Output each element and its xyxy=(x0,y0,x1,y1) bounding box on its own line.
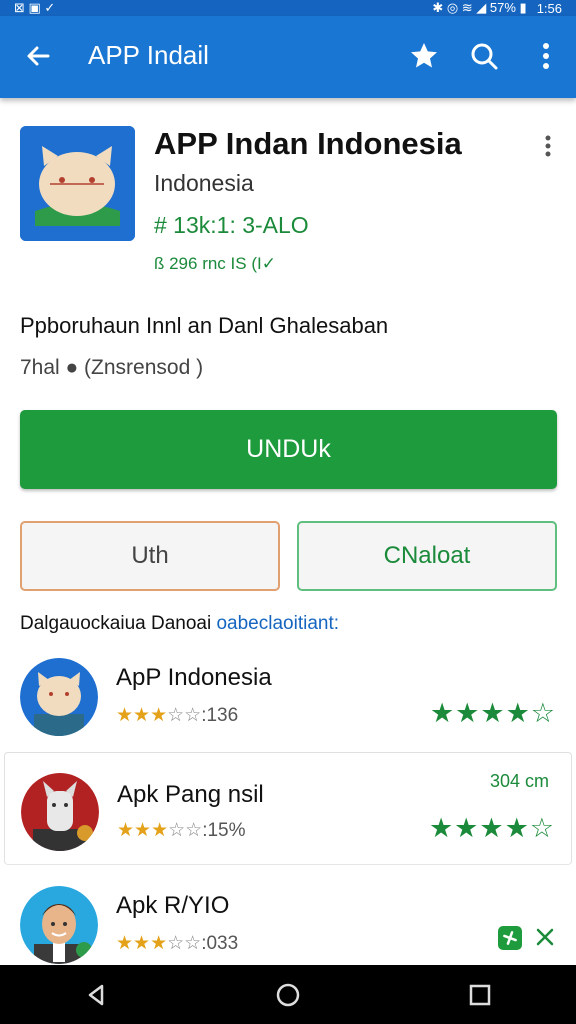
big-rating-stars: ★★★★ xyxy=(429,698,531,728)
app-name: APP Indan Indonesia xyxy=(154,126,462,161)
rating-empty-stars: ☆☆ xyxy=(168,820,203,841)
related-app-name: ApP Indonesia xyxy=(116,664,272,691)
big-rating-empty: ☆ xyxy=(529,813,555,843)
status-icons-right: ✱ ◎ ≋ ◢ 57% ▮ xyxy=(432,0,527,15)
status-bar: ⊠ ▣ ✓ ✱ ◎ ≋ ◢ 57% ▮ 1:56 xyxy=(0,0,576,16)
rating-empty-stars: ☆☆ xyxy=(167,705,202,726)
app-icon xyxy=(20,126,135,241)
big-rating-empty: ☆ xyxy=(530,698,556,728)
app-rating-meta: # 13k:1: 3-ALO xyxy=(154,212,309,238)
install-button[interactable]: UNDUk xyxy=(20,410,557,489)
related-app-rating: ★★★☆☆:15% xyxy=(117,819,246,842)
status-time: 1:56 xyxy=(536,0,562,16)
rating-count: :033 xyxy=(201,933,239,954)
arrow-left-icon[interactable] xyxy=(22,40,54,72)
secondary-right-button[interactable]: CNaloat xyxy=(297,521,557,591)
search-icon[interactable] xyxy=(468,40,500,72)
related-app-item[interactable]: Apk R/YIO ★★★☆☆:033 xyxy=(0,866,576,965)
star-icon[interactable] xyxy=(408,40,440,72)
related-app-item[interactable]: Apk Pang nsil ★★★☆☆:15% 304 cm ★★★★☆ xyxy=(4,752,572,865)
related-section-title: Dalgauockaiua Danoai oabeclaoitiant: xyxy=(20,613,339,635)
app-header: APP Indan Indonesia Indonesia # 13k:1: 3… xyxy=(20,126,560,286)
close-icon[interactable] xyxy=(534,926,556,948)
app-tag: 7hal ● (Znsrensod ) xyxy=(20,356,204,379)
nav-recents-icon[interactable] xyxy=(466,981,494,1009)
related-app-name: Apk R/YIO xyxy=(116,892,230,919)
related-section-link[interactable]: oabeclaoitiant: xyxy=(216,613,339,634)
big-rating-stars: ★★★★ xyxy=(428,813,530,843)
rating-count: :136 xyxy=(201,705,239,726)
big-rating: ★★★★☆ xyxy=(429,813,555,844)
big-rating: ★★★★☆ xyxy=(430,698,556,729)
app-bar: APP Indail xyxy=(0,16,576,98)
related-app-rating: ★★★☆☆:136 xyxy=(116,704,238,727)
status-icons-left: ⊠ ▣ ✓ xyxy=(14,0,56,15)
related-section-label: Dalgauockaiua Danoai xyxy=(20,613,217,634)
app-developer[interactable]: Indonesia xyxy=(154,170,254,197)
secondary-left-button[interactable]: Uth xyxy=(20,521,280,591)
rating-count: :15% xyxy=(202,820,246,841)
related-app-rating: ★★★☆☆:033 xyxy=(116,932,238,955)
rating-stars: ★★★ xyxy=(116,933,168,954)
app-description: Ppboruhaun Innl an Danl Ghalesaban xyxy=(20,313,389,338)
rating-stars: ★★★ xyxy=(117,820,169,841)
rating-empty-stars: ☆☆ xyxy=(167,933,202,954)
related-app-size: 304 cm xyxy=(489,771,549,791)
add-icon[interactable] xyxy=(498,926,522,950)
nav-home-icon[interactable] xyxy=(274,981,302,1009)
related-app-name: Apk Pang nsil xyxy=(117,781,264,808)
app-avatar xyxy=(20,886,98,964)
system-nav-bar xyxy=(0,965,576,1024)
app-avatar xyxy=(20,658,98,736)
nav-back-icon[interactable] xyxy=(82,981,110,1009)
app-downloads-meta: ß 296 rnc IS (I✓ xyxy=(154,254,276,273)
app-more-icon[interactable] xyxy=(540,134,556,158)
app-avatar xyxy=(21,773,99,851)
more-vert-icon[interactable] xyxy=(530,40,562,72)
rating-stars: ★★★ xyxy=(116,705,168,726)
app-bar-title: APP Indail xyxy=(88,40,209,70)
